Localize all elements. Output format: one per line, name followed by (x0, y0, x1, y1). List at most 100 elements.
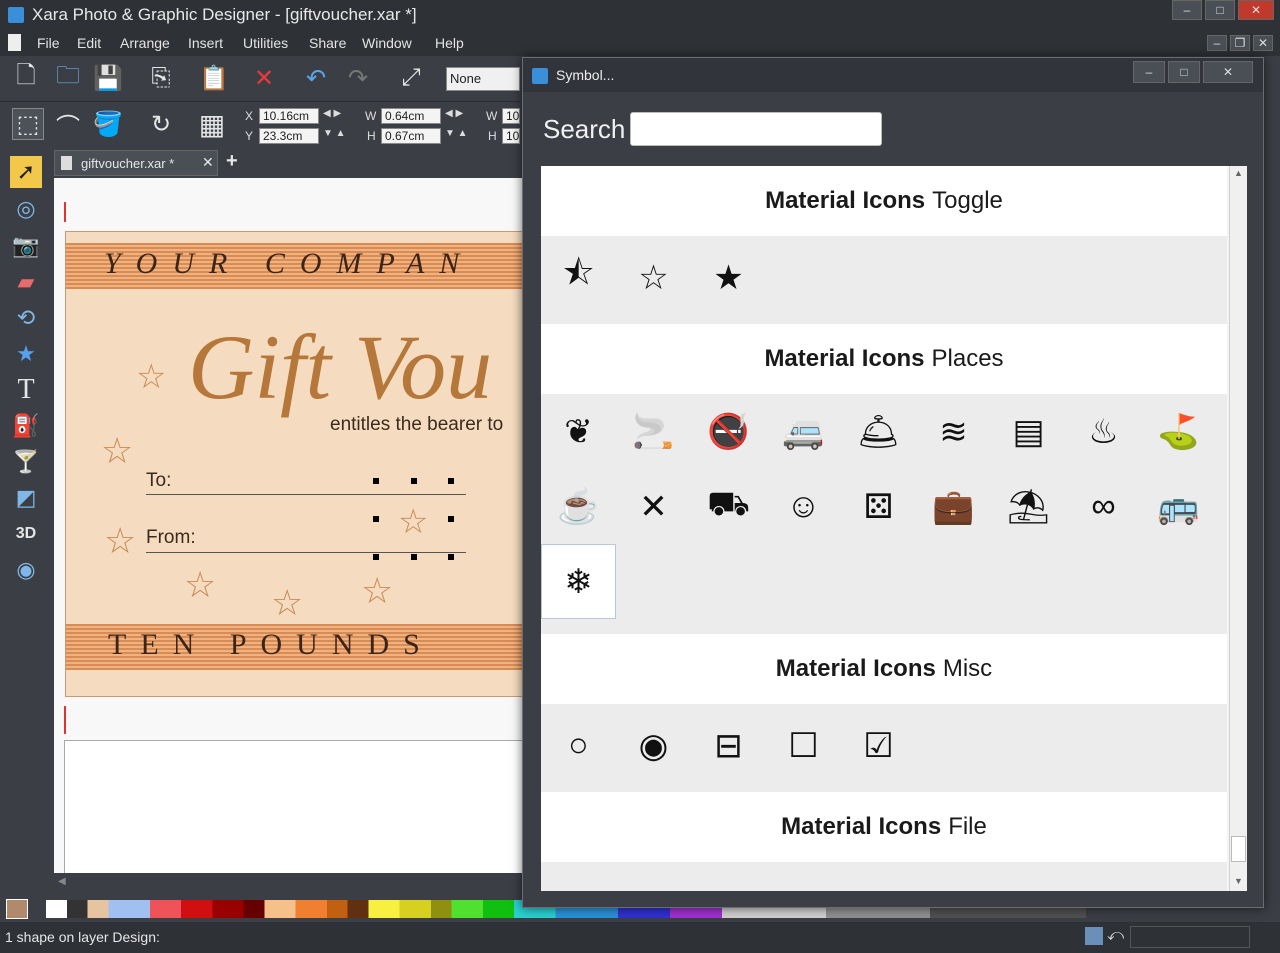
dialog-maximize-button[interactable]: □ (1168, 61, 1200, 83)
fitness-icon[interactable]: ✕ (616, 469, 691, 544)
star-tool-icon[interactable]: ★ (10, 338, 42, 370)
undo-icon[interactable]: ↶ (300, 62, 332, 94)
spa-icon[interactable]: ❦ (541, 394, 616, 469)
x-position-field[interactable]: 10.16cm (259, 108, 319, 124)
copy-icon[interactable]: ⎘ (145, 62, 177, 94)
3d-icon[interactable]: 3D (10, 518, 42, 550)
selector-tool[interactable]: ➚ (10, 156, 42, 188)
ac-unit-icon[interactable]: ❄ (541, 544, 616, 619)
contour-icon[interactable]: ◉ (10, 554, 42, 586)
menu-window[interactable]: Window (362, 35, 412, 51)
selected-star-icon[interactable]: ☆ (398, 502, 428, 542)
transparency-icon[interactable]: 🍸 (10, 446, 42, 478)
y-position-field[interactable]: 23.3cm (259, 128, 319, 144)
airport-shuttle-icon[interactable]: 🚌 (1141, 469, 1216, 544)
snap-icon[interactable] (1085, 927, 1103, 945)
gift-voucher[interactable]: YOUR COMPAN Gift Vou entitles the bearer… (65, 231, 525, 697)
y-spinner-icon[interactable]: ▼ ▲ (323, 128, 346, 139)
fill-tool-icon[interactable]: 🪣 (92, 108, 124, 140)
selection-handle[interactable] (373, 554, 379, 560)
camera-icon[interactable]: 📷 (10, 230, 42, 262)
selector-tool-icon[interactable]: ⬚ (12, 108, 44, 140)
doc-close-button[interactable]: ✕ (1253, 35, 1273, 51)
new-tab-button[interactable]: + (226, 150, 238, 173)
menu-help[interactable]: Help (435, 35, 464, 51)
open-folder-icon[interactable]: 🗀 (52, 62, 84, 94)
scroll-thumb[interactable] (1231, 836, 1246, 862)
freehand-select-icon[interactable]: ◎ (10, 193, 42, 225)
document-tab[interactable]: giftvoucher.xar * (54, 150, 218, 176)
lasso-icon[interactable]: ⟲ (10, 302, 42, 334)
menu-edit[interactable]: Edit (77, 35, 101, 51)
quality-dropdown[interactable]: None (446, 67, 520, 91)
redo-icon[interactable]: ↷ (342, 62, 374, 94)
selection-handle[interactable] (373, 478, 379, 484)
search-input[interactable] (630, 112, 882, 146)
business-center-icon[interactable]: 💼 (916, 469, 991, 544)
grid-icon[interactable]: ▦ (196, 108, 228, 140)
h-spinner-icon[interactable]: ▼ ▲ (445, 128, 468, 139)
eraser-icon[interactable]: ▰ (10, 266, 42, 298)
close-button[interactable]: ✕ (1238, 0, 1274, 20)
radio-unchecked-icon[interactable]: ○ (541, 708, 616, 783)
tab-close-icon[interactable]: ✕ (202, 154, 214, 171)
height2-field[interactable]: 10 (502, 128, 520, 144)
rotate-tool-icon[interactable]: ↻ (145, 108, 177, 140)
doc-restore-button[interactable]: ❐ (1230, 35, 1250, 51)
dialog-close-button[interactable]: ✕ (1203, 61, 1253, 83)
horizontal-scrollbar[interactable]: ◀ (54, 873, 522, 893)
indeterminate-checkbox-icon[interactable]: ⊟ (691, 708, 766, 783)
hot-tub-icon[interactable]: ♨ (1066, 394, 1141, 469)
paste-icon[interactable]: 📋 (198, 62, 230, 94)
minimize-button[interactable]: – (1172, 0, 1202, 20)
vertical-scrollbar[interactable]: ▲ ▼ (1229, 166, 1247, 891)
checkbox-outline-icon[interactable]: ☐ (766, 708, 841, 783)
dialog-minimize-button[interactable]: – (1133, 61, 1165, 83)
undo-history-icon[interactable]: ⤺ (1107, 927, 1125, 945)
new-document-icon[interactable]: 🗋 (10, 62, 42, 94)
stroller-icon[interactable]: ⛟ (691, 469, 766, 544)
menu-insert[interactable]: Insert (188, 35, 223, 51)
scroll-left-icon[interactable]: ◀ (58, 876, 66, 887)
menu-utilities[interactable]: Utilities (243, 35, 288, 51)
radio-checked-icon[interactable]: ◉ (616, 708, 691, 783)
pool-icon[interactable]: ≋ (916, 394, 991, 469)
width-field[interactable]: 0.64cm (381, 108, 441, 124)
selection-handle[interactable] (373, 516, 379, 522)
selection-handle[interactable] (448, 516, 454, 522)
no-smoking-icon[interactable]: 🚭 (691, 394, 766, 469)
shadow-icon[interactable]: ◩ (10, 482, 42, 514)
rv-icon[interactable]: 🚐 (766, 394, 841, 469)
star-half-icon[interactable]: ⯪ (541, 240, 616, 315)
menu-file[interactable]: File (37, 35, 60, 51)
casino-icon[interactable]: ⚄ (841, 469, 916, 544)
beach-access-icon[interactable]: ⛱ (991, 469, 1066, 544)
text-tool-icon[interactable]: T (10, 374, 42, 406)
fill-bucket-icon[interactable]: ⛽ (10, 410, 42, 442)
scroll-down-icon[interactable]: ▼ (1234, 876, 1243, 886)
delete-icon[interactable]: ✕ (248, 62, 280, 94)
selection-handle[interactable] (448, 478, 454, 484)
doc-minimize-button[interactable]: – (1207, 35, 1227, 51)
child-care-icon[interactable]: ☺ (766, 469, 841, 544)
kitchen-icon[interactable]: ▤ (991, 394, 1066, 469)
symbol-list[interactable]: Material Icons Toggle ⯪ ☆ ★ Material Ico… (541, 166, 1231, 891)
all-inclusive-icon[interactable]: ∞ (1066, 469, 1141, 544)
star-outline-icon[interactable]: ☆ (616, 240, 691, 315)
star-filled-icon[interactable]: ★ (691, 240, 766, 315)
smoking-icon[interactable]: 🚬 (616, 394, 691, 469)
golf-icon[interactable]: ⛳ (1141, 394, 1216, 469)
w-spinner-icon[interactable]: ◀ ▶ (445, 108, 463, 119)
save-icon[interactable]: 💾 (92, 62, 124, 94)
menu-arrange[interactable]: Arrange (120, 35, 170, 51)
scroll-up-icon[interactable]: ▲ (1234, 168, 1243, 178)
checkbox-checked-icon[interactable]: ☑ (841, 708, 916, 783)
shape-editor-icon[interactable]: ⌒ (52, 108, 84, 141)
selection-handle[interactable] (448, 554, 454, 560)
maximize-button[interactable]: □ (1205, 0, 1235, 20)
width2-field[interactable]: 10 (502, 108, 520, 124)
free-breakfast-icon[interactable]: ☕ (541, 469, 616, 544)
height-field[interactable]: 0.67cm (381, 128, 441, 144)
x-spinner-icon[interactable]: ◀ ▶ (323, 108, 341, 119)
color-picker-icon[interactable] (6, 899, 28, 919)
